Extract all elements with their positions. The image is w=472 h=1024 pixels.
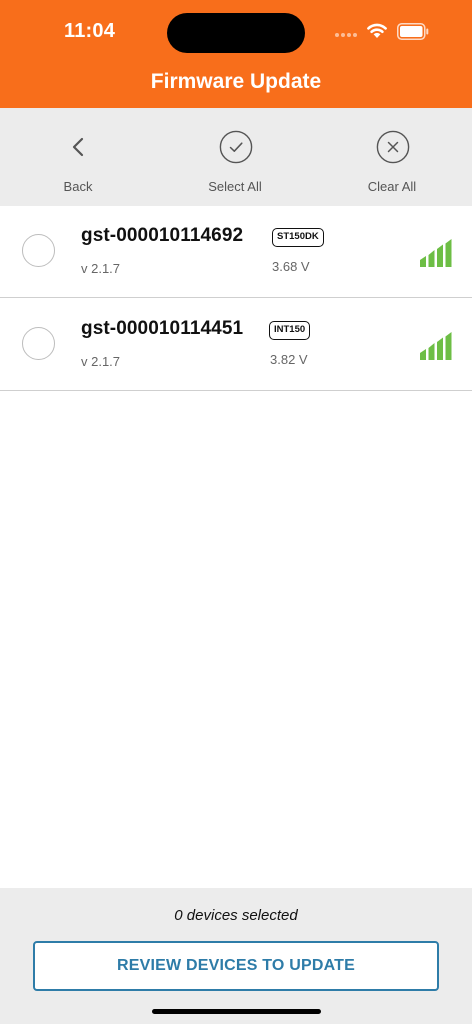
device-select-radio[interactable] [22, 327, 55, 360]
check-circle-icon [219, 130, 253, 164]
device-select-radio[interactable] [22, 234, 55, 267]
device-voltage: 3.68 V [272, 259, 310, 274]
select-all-button[interactable]: Select All [175, 108, 295, 206]
selection-footer: 0 devices selected REVIEW DEVICES TO UPD… [0, 888, 472, 1024]
signal-strength-icon [420, 332, 452, 360]
clear-all-label: Clear All [367, 179, 417, 194]
device-voltage: 3.82 V [270, 352, 308, 367]
chevron-left-icon [72, 137, 84, 157]
device-name: gst-000010114692 [81, 225, 244, 246]
back-button[interactable]: Back [18, 108, 138, 206]
dynamic-island [167, 13, 305, 53]
selected-count-text: 0 devices selected [174, 907, 298, 924]
device-row[interactable]: gst-000010114451 INT150 v 2.1.7 3.82 V [0, 299, 472, 391]
device-name: gst-000010114451 [81, 318, 244, 339]
cellular-signal-icon [335, 33, 357, 37]
device-row[interactable]: gst-000010114692 ST150DK v 2.1.7 3.68 V [0, 206, 472, 298]
clear-all-button[interactable]: Clear All [332, 108, 452, 206]
select-all-label: Select All [208, 179, 262, 194]
device-model-badge: INT150 [269, 321, 311, 340]
page-title: Firmware Update [150, 70, 322, 93]
device-firmware-version: v 2.1.7 [81, 261, 121, 276]
status-time: 11:04 [64, 20, 116, 42]
toolbar: Back Select All Clear All [0, 108, 472, 206]
close-circle-icon [376, 130, 410, 164]
battery-icon [397, 23, 429, 40]
app-header: 11:04 Firmware Update [0, 0, 472, 108]
home-indicator[interactable] [152, 1009, 321, 1014]
review-devices-button[interactable]: REVIEW DEVICES TO UPDATE [33, 941, 439, 991]
back-label: Back [63, 179, 93, 194]
device-model-badge: ST150DK [272, 228, 324, 247]
signal-strength-icon [420, 239, 452, 267]
device-firmware-version: v 2.1.7 [81, 354, 121, 369]
wifi-icon [367, 23, 387, 38]
